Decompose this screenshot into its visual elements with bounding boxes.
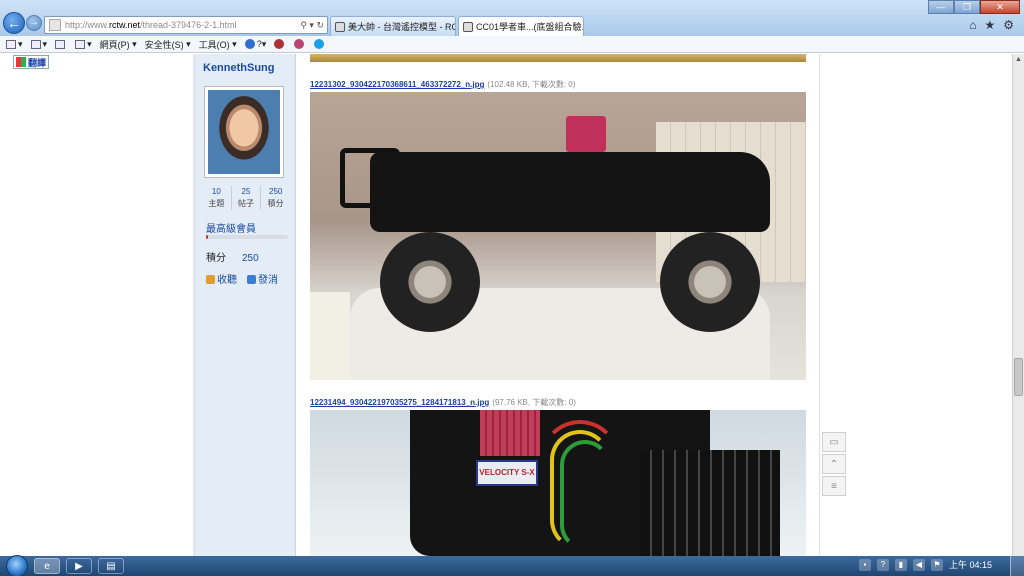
previous-attachment-image[interactable] (310, 54, 806, 62)
address-url[interactable]: http://www.rctw.net/thread-379476-2-1.ht… (65, 20, 300, 30)
back-to-top-icon[interactable]: ⌃ (822, 454, 846, 474)
attachment-caption: 12231494_930422197035275_1284171813_n.jp… (310, 397, 576, 408)
home-icon[interactable]: ⌂ (969, 18, 976, 32)
address-bar[interactable]: http://www.rctw.net/thread-379476-2-1.ht… (44, 16, 328, 34)
skype-icon[interactable] (314, 39, 326, 49)
tab-favicon-icon (463, 21, 473, 32)
forward-button[interactable]: → (26, 15, 42, 31)
print-icon[interactable]: ▾ (75, 39, 92, 50)
attachment-link[interactable]: 12231494_930422197035275_1284171813_n.jp… (310, 398, 489, 407)
post-author-sidebar: KennethSung 10 主題 25 帖子 250 積分 最高級會員 積分 2… (196, 54, 296, 556)
author-actions: 收聽 發消 (206, 271, 278, 286)
window-controls: — ❐ ✕ (928, 0, 1020, 14)
message-link[interactable]: 發消 (247, 271, 278, 286)
windows-taskbar: e ▶ ▤ ▪ ? ▮ ◀ ⚑ 上午 04:15 (0, 555, 1024, 576)
list-view-icon[interactable]: ≡ (822, 476, 846, 496)
tab-label: 美大帥 - 台灣遙控模型 - RC T... (348, 22, 455, 32)
attachment-caption: 12231302_930422170368611_463372272_n.jpg… (310, 79, 575, 90)
google-logo-icon (16, 57, 26, 67)
translate-button[interactable]: 翻譯 (13, 55, 50, 69)
follow-icon (206, 275, 215, 284)
stat-posts[interactable]: 25 帖子 (232, 186, 262, 210)
avatar-photo (208, 90, 280, 174)
tab-favicon-icon (335, 21, 345, 32)
attachment-image[interactable] (310, 92, 806, 380)
author-stats: 10 主題 25 帖子 250 積分 (202, 186, 290, 210)
attachment-link[interactable]: 12231302_930422170368611_463372272_n.jpg (310, 80, 484, 89)
gear-icon[interactable]: ⚙ (1003, 18, 1014, 32)
minimize-button[interactable]: — (928, 0, 954, 14)
command-bar: ▾ ▾ ▾ 網頁(P) ▾ 安全性(S) ▾ 工具(O) ▾ ? ▾ (0, 36, 1024, 53)
taskbar-media-player-icon[interactable]: ▶ (66, 558, 92, 574)
start-button[interactable] (6, 555, 28, 576)
tray-volume-icon[interactable]: ◀ (912, 558, 925, 571)
tools-menu[interactable]: 工具(O) ▾ (199, 38, 237, 51)
rank-progress-fill (206, 235, 208, 239)
reply-comment-icon[interactable]: ▭ (822, 432, 846, 452)
translate-label: 翻譯 (28, 57, 47, 68)
tray-action-center-icon[interactable]: ⚑ (930, 558, 943, 571)
back-button[interactable]: ← (3, 12, 25, 34)
attachment-meta: (97.76 KB, 下載次數: 0) (492, 398, 576, 407)
browser-toolbar-icons: ⌂ ★ ⚙ (969, 18, 1014, 32)
favorite-link[interactable]: 收聽 (206, 271, 237, 286)
web-page: 翻譯 KennethSung 10 主題 25 帖子 250 積分 最高級會員 (0, 54, 1012, 556)
author-rank[interactable]: 最高級會員 (206, 220, 256, 235)
stat-points[interactable]: 250 積分 (261, 186, 290, 210)
author-points: 積分 250 (206, 249, 259, 264)
address-tools-icon[interactable]: ⚲ ▾ ↻ (300, 20, 324, 31)
points-label: 積分 (206, 253, 226, 264)
close-button[interactable]: ✕ (980, 0, 1020, 14)
esc-label: VELOCITY S-X (476, 460, 538, 486)
stat-topics[interactable]: 10 主題 (202, 186, 232, 210)
tab-rc-taiwan[interactable]: 美大帥 - 台灣遙控模型 - RC T... (330, 16, 456, 36)
scroll-thumb[interactable] (1014, 358, 1023, 396)
avatar[interactable] (204, 86, 284, 178)
favorites-star-icon[interactable]: ★ (984, 18, 995, 32)
post-content: 12231302_930422170368611_463372272_n.jpg… (296, 54, 820, 556)
tray-flag-icon[interactable]: ▪ (858, 558, 871, 571)
help-menu[interactable]: ? ▾ (244, 39, 266, 50)
system-tray: ▪ ? ▮ ◀ ⚑ 上午 04:15 (858, 558, 992, 571)
research-icon[interactable] (274, 39, 286, 49)
translate-toolbar-icon[interactable] (294, 39, 306, 49)
attachment-meta: (102.48 KB, 下載次數: 0) (487, 80, 576, 89)
attachment-image[interactable]: VELOCITY S-X (310, 410, 806, 556)
taskbar-clock[interactable]: 上午 04:15 (949, 558, 992, 571)
tab-cc01-thread[interactable]: CC01學者車...(底盤組合驗... ✕ (458, 16, 584, 36)
browser-title-bar: ← → http://www.rctw.net/thread-379476-2-… (0, 0, 1024, 36)
safety-menu[interactable]: 安全性(S) ▾ (145, 38, 191, 51)
show-desktop-button[interactable] (1010, 556, 1024, 576)
mail-icon[interactable] (55, 39, 67, 49)
scroll-up-icon[interactable]: ▲ (1013, 54, 1024, 66)
rss-feed-icon[interactable]: ▾ (30, 39, 47, 50)
maximize-button[interactable]: ❐ (954, 0, 980, 14)
author-username[interactable]: KennethSung (203, 62, 275, 74)
page-menu[interactable]: 網頁(P) ▾ (100, 38, 137, 51)
tab-label: CC01學者車...(底盤組合驗... (476, 22, 584, 32)
taskbar-explorer-icon[interactable]: ▤ (98, 558, 124, 574)
tray-help-icon[interactable]: ? (876, 558, 889, 571)
message-icon (247, 275, 256, 284)
floating-tools: ▭ ⌃ ≡ (822, 432, 846, 498)
taskbar-ie-icon[interactable]: e (34, 558, 60, 574)
add-favorites-icon[interactable]: ▾ (6, 39, 23, 50)
tray-network-icon[interactable]: ▮ (894, 558, 907, 571)
points-value: 250 (242, 253, 259, 264)
vertical-scrollbar[interactable]: ▲ (1012, 54, 1024, 556)
site-favicon-icon (49, 19, 61, 31)
rank-progress-bar (206, 235, 288, 239)
